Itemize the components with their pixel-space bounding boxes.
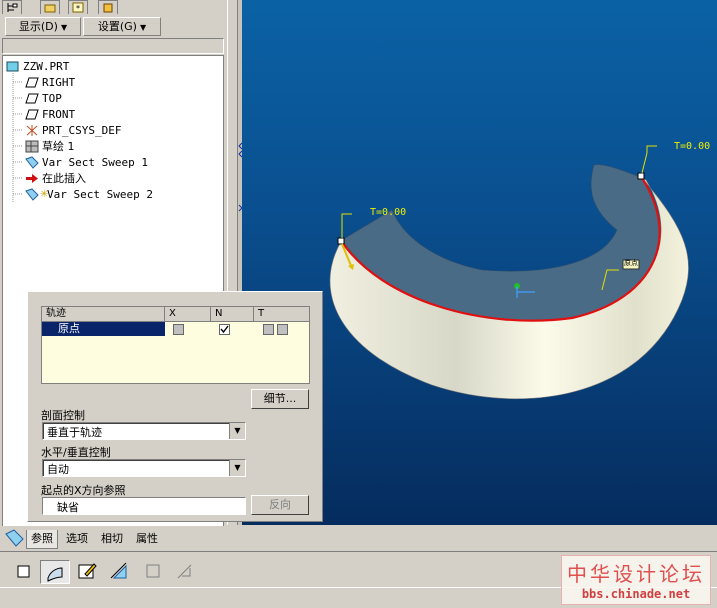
csys-icon	[26, 125, 38, 136]
pencil-sketch-icon	[78, 563, 97, 579]
tab-layers[interactable]	[98, 0, 118, 14]
folder-icon	[44, 4, 56, 13]
chevron-down-icon: ▼	[60, 23, 68, 32]
start-x-reference-label: 起点的X方向参照	[41, 484, 126, 497]
t-value-label-left: T=0.00	[370, 207, 407, 218]
tree-item-label: TOP	[42, 92, 62, 105]
tab-tangency[interactable]: 相切	[97, 530, 127, 548]
hv-control-label: 水平/垂直控制	[41, 446, 111, 459]
hv-control-value: 自动	[47, 463, 69, 476]
model-tree-icon	[7, 3, 18, 12]
references-dialog: 轨迹 X N T 原点 细节... 剖面控制 垂直于轨迹 ▼ 水平/垂直控制 自…	[27, 291, 323, 522]
tree-item-label: RIGHT	[42, 76, 76, 89]
surface-toggle-button[interactable]	[40, 560, 70, 584]
tree-item-label: Var Sect Sweep 1	[42, 156, 148, 169]
trajectory-table-header: 轨迹 X N T	[42, 307, 309, 322]
show-menu-label: 显示(D)	[18, 20, 58, 33]
checkmark-icon	[220, 325, 229, 334]
constant-section-icon	[177, 564, 192, 579]
sketch-icon	[25, 140, 39, 153]
t-option-box[interactable]	[277, 324, 288, 335]
sweep-icon	[25, 188, 39, 201]
insert-here-arrow-icon	[26, 174, 38, 183]
table-row[interactable]: 原点	[42, 322, 309, 337]
sweep-feature-icon	[5, 529, 24, 547]
chevron-down-icon[interactable]: ▼	[229, 423, 245, 439]
end-point-handle[interactable]	[637, 172, 645, 180]
datum-plane-icon	[25, 109, 39, 120]
start-x-reference-field[interactable]: 缺省	[42, 497, 246, 515]
tree-item-label: FRONT	[42, 108, 76, 121]
flip-button[interactable]: 反向	[251, 495, 309, 515]
origin-label: 原点	[624, 259, 638, 267]
start-x-reference-value: 缺省	[57, 501, 79, 514]
col-x: X	[165, 307, 211, 321]
details-button[interactable]: 细节...	[251, 389, 309, 409]
site-watermark: 中华设计论坛 bbs.chinade.net	[561, 555, 711, 605]
tab-options[interactable]: 选项	[62, 530, 92, 548]
col-t: T	[258, 308, 265, 319]
leader-line-right	[641, 145, 657, 174]
x-checkbox[interactable]	[173, 324, 184, 335]
favorites-star-icon: *	[72, 2, 84, 13]
t-checkbox[interactable]	[263, 324, 274, 335]
surface-icon	[47, 567, 63, 582]
thicken-icon	[146, 564, 160, 578]
col-n: N	[211, 307, 254, 321]
section-control-value: 垂直于轨迹	[47, 426, 102, 439]
new-feature-star-icon: ✳	[40, 189, 49, 200]
t-value-label-right: T=0.00	[674, 141, 711, 152]
sketch-section-button[interactable]	[76, 560, 98, 582]
tab-model-tree[interactable]	[2, 0, 22, 14]
remove-material-button[interactable]	[108, 560, 130, 582]
section-control-label: 剖面控制	[41, 409, 85, 422]
tab-properties[interactable]: 属性	[132, 530, 162, 548]
solid-icon	[17, 565, 30, 578]
leader-line-left	[341, 213, 352, 238]
thicken-button[interactable]	[142, 560, 164, 582]
solid-toggle-button[interactable]	[12, 560, 34, 582]
show-menu-button[interactable]: 显示(D) ▼	[5, 17, 81, 36]
trajectory-table: 轨迹 X N T 原点	[41, 306, 310, 384]
layers-icon	[103, 3, 113, 13]
svg-text:*: *	[76, 4, 80, 13]
tab-favorites[interactable]: *	[68, 0, 88, 14]
settings-menu-button[interactable]: 设置(G) ▼	[83, 17, 161, 36]
navigator-menubar: 显示(D) ▼ 设置(G) ▼	[2, 16, 224, 36]
datum-plane-icon	[25, 93, 39, 104]
tree-item-label: 在此插入	[42, 172, 86, 185]
datum-plane-icon	[25, 77, 39, 88]
tree-item-label: ZZW.PRT	[23, 60, 70, 73]
start-point-handle[interactable]	[337, 237, 345, 245]
section-control-select[interactable]: 垂直于轨迹 ▼	[42, 422, 246, 440]
watermark-title: 中华设计论坛	[567, 562, 705, 586]
constant-section-button[interactable]	[174, 560, 196, 582]
tree-item-label: Var Sect Sweep 2	[47, 188, 153, 201]
sweep-icon	[25, 156, 39, 169]
tree-item-label: 草绘 1	[42, 140, 75, 153]
chevron-down-icon[interactable]: ▼	[229, 460, 245, 476]
tree-item-label: PRT_CSYS_DEF	[42, 124, 122, 137]
tab-folder-browser[interactable]	[40, 0, 60, 14]
settings-menu-label: 设置(G)	[97, 20, 137, 33]
remove-material-icon	[110, 562, 127, 579]
n-checkbox[interactable]	[219, 324, 230, 335]
trajectory-name-cell[interactable]: 原点	[42, 322, 165, 336]
part-icon	[6, 61, 19, 72]
watermark-url: bbs.chinade.net	[581, 587, 691, 601]
tree-filter-field[interactable]	[2, 38, 224, 54]
hv-control-select[interactable]: 自动 ▼	[42, 459, 246, 477]
chevron-down-icon: ▼	[139, 23, 147, 32]
col-trajectory: 轨迹	[42, 307, 165, 321]
dashboard-tabs: 参照 选项 相切 属性	[0, 526, 717, 550]
tab-references[interactable]: 参照	[26, 530, 58, 549]
